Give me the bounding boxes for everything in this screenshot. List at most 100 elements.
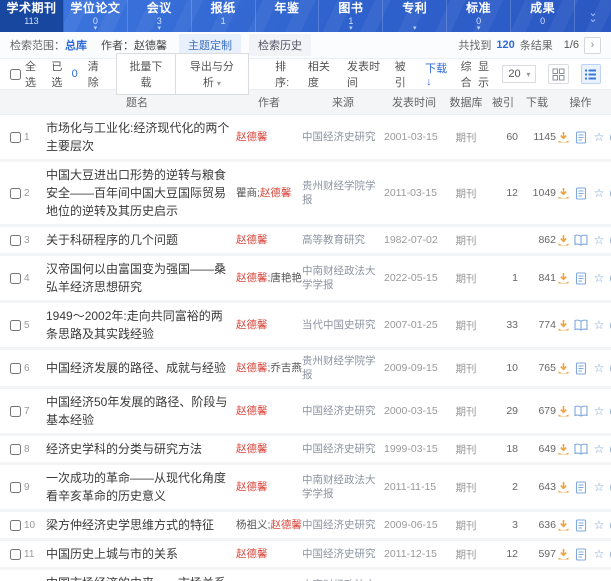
cited-count[interactable]: 2 bbox=[488, 481, 518, 493]
author-link[interactable]: 赵德馨 bbox=[236, 362, 268, 374]
row-checkbox[interactable] bbox=[10, 444, 21, 455]
favorite-icon[interactable] bbox=[592, 271, 606, 285]
author-link[interactable]: 赵德馨 bbox=[236, 131, 268, 143]
author-link[interactable]: 赵德馨 bbox=[270, 519, 302, 531]
row-checkbox[interactable] bbox=[10, 273, 21, 284]
result-title-link[interactable]: 中国经济50年发展的路径、阶段与基本经验 bbox=[46, 395, 227, 427]
grid-view-button[interactable] bbox=[548, 64, 568, 84]
favorite-icon[interactable] bbox=[592, 233, 606, 247]
sort-option[interactable]: 发表时间 bbox=[347, 58, 382, 90]
author-link[interactable]: 赵德馨 bbox=[260, 187, 292, 199]
download-icon[interactable] bbox=[556, 480, 570, 494]
source-link[interactable]: 中国经济史研究 bbox=[302, 130, 384, 144]
row-checkbox[interactable] bbox=[10, 520, 21, 531]
row-checkbox[interactable] bbox=[10, 188, 21, 199]
source-link[interactable]: 中国经济史研究 bbox=[302, 547, 384, 561]
sort-option[interactable]: 相关度 bbox=[308, 58, 334, 90]
result-title-link[interactable]: 市场化与工业化:经济现代化的两个主要层次 bbox=[46, 121, 229, 153]
list-view-button[interactable] bbox=[581, 64, 601, 84]
favorite-icon[interactable] bbox=[592, 318, 606, 332]
author-link[interactable]: 赵德馨 bbox=[236, 405, 268, 417]
html-read-icon[interactable] bbox=[574, 271, 588, 285]
author-link[interactable]: 杨祖义 bbox=[236, 519, 268, 531]
download-icon[interactable] bbox=[556, 518, 570, 532]
result-title-link[interactable]: 汉帝国何以由富国变为强国——桑弘羊经济思想研究 bbox=[46, 262, 226, 294]
download-icon[interactable] bbox=[556, 233, 570, 247]
favorite-icon[interactable] bbox=[592, 361, 606, 375]
reader-icon[interactable] bbox=[574, 233, 588, 247]
result-title-link[interactable]: 关于科研程序的几个问题 bbox=[46, 233, 178, 247]
download-icon[interactable] bbox=[556, 271, 570, 285]
source-link[interactable]: 中国经济史研究 bbox=[302, 518, 384, 532]
result-type-tab[interactable]: 成果 0 bbox=[511, 0, 575, 32]
download-icon[interactable] bbox=[556, 442, 570, 456]
row-checkbox[interactable] bbox=[10, 320, 21, 331]
favorite-icon[interactable] bbox=[592, 442, 606, 456]
row-checkbox[interactable] bbox=[10, 132, 21, 143]
author-link[interactable]: 赵德馨 bbox=[236, 443, 268, 455]
row-checkbox[interactable] bbox=[10, 235, 21, 246]
cited-count[interactable]: 3 bbox=[488, 519, 518, 531]
source-link[interactable]: 贵州财经学院学报 bbox=[302, 179, 384, 207]
favorite-icon[interactable] bbox=[592, 547, 606, 561]
source-link[interactable]: 中国经济史研究 bbox=[302, 404, 384, 418]
source-link[interactable]: 贵州财经学院学报 bbox=[302, 354, 384, 382]
result-type-tab[interactable]: 报纸 1 bbox=[192, 0, 256, 32]
sort-option[interactable]: 下载 bbox=[425, 60, 448, 88]
favorite-icon[interactable] bbox=[592, 186, 606, 200]
favorite-icon[interactable] bbox=[592, 130, 606, 144]
sort-option[interactable]: 被引 bbox=[395, 58, 412, 90]
result-type-tab[interactable]: 会议 3 bbox=[128, 0, 192, 32]
favorite-icon[interactable] bbox=[592, 518, 606, 532]
download-icon[interactable] bbox=[556, 318, 570, 332]
collapse-tabs-button[interactable] bbox=[575, 0, 611, 32]
result-title-link[interactable]: 中国大豆进出口形势的逆转与粮食安全——百年间中国大豆国际贸易地位的逆转及其历史启… bbox=[46, 168, 226, 218]
result-type-tab[interactable]: 专利 bbox=[383, 0, 447, 32]
download-icon[interactable] bbox=[556, 186, 570, 200]
row-checkbox[interactable] bbox=[10, 549, 21, 560]
html-read-icon[interactable] bbox=[574, 130, 588, 144]
download-icon[interactable] bbox=[556, 547, 570, 561]
result-type-tab[interactable]: 学术期刊 113 bbox=[0, 0, 64, 32]
result-type-tab[interactable]: 标准 0 bbox=[447, 0, 511, 32]
favorite-icon[interactable] bbox=[592, 404, 606, 418]
author-link[interactable]: 乔吉燕 bbox=[270, 362, 302, 374]
result-title-link[interactable]: 1949～2002年:走向共同富裕的两条思路及其实践经验 bbox=[46, 309, 223, 341]
cited-count[interactable]: 12 bbox=[488, 548, 518, 560]
download-icon[interactable] bbox=[556, 404, 570, 418]
result-title-link[interactable]: 中国市场经济的由来——市场关系发展的三个阶段 bbox=[46, 576, 226, 581]
result-title-link[interactable]: 中国历史上城与市的关系 bbox=[46, 547, 178, 561]
author-link[interactable]: 赵德馨 bbox=[236, 548, 268, 560]
scope-value-link[interactable]: 总库 bbox=[65, 37, 87, 53]
cited-count[interactable]: 12 bbox=[488, 187, 518, 199]
author-link[interactable]: 赵德馨 bbox=[236, 234, 268, 246]
html-read-icon[interactable] bbox=[574, 518, 588, 532]
source-link[interactable]: 中国经济史研究 bbox=[302, 442, 384, 456]
search-history-button[interactable]: 检索历史 bbox=[249, 34, 311, 56]
reader-icon[interactable] bbox=[574, 318, 588, 332]
row-checkbox[interactable] bbox=[10, 406, 21, 417]
reader-icon[interactable] bbox=[574, 404, 588, 418]
select-all-checkbox[interactable] bbox=[10, 69, 21, 80]
result-title-link[interactable]: 一次成功的革命——从现代化角度看辛亥革命的历史意义 bbox=[46, 471, 226, 503]
html-read-icon[interactable] bbox=[574, 186, 588, 200]
source-link[interactable]: 当代中国史研究 bbox=[302, 318, 384, 332]
result-type-tab[interactable]: 图书 1 bbox=[319, 0, 383, 32]
html-read-icon[interactable] bbox=[574, 547, 588, 561]
sort-option[interactable]: 综合 bbox=[461, 58, 478, 90]
cited-count[interactable]: 60 bbox=[488, 131, 518, 143]
author-link[interactable]: 赵德馨 bbox=[236, 319, 268, 331]
row-checkbox[interactable] bbox=[10, 482, 21, 493]
result-title-link[interactable]: 梁方仲经济史学思维方式的特征 bbox=[46, 518, 214, 532]
author-link[interactable]: 赵德馨 bbox=[236, 272, 268, 284]
result-type-tab[interactable]: 年鉴 bbox=[256, 0, 320, 32]
source-link[interactable]: 中南财经政法大学学报 bbox=[302, 264, 384, 292]
author-link[interactable]: 赵德馨 bbox=[236, 481, 268, 493]
html-read-icon[interactable] bbox=[574, 361, 588, 375]
cited-count[interactable]: 10 bbox=[488, 362, 518, 374]
favorite-icon[interactable] bbox=[592, 480, 606, 494]
select-all[interactable]: 全选 bbox=[10, 58, 41, 90]
cited-count[interactable]: 1 bbox=[488, 272, 518, 284]
author-link[interactable]: 唐艳艳 bbox=[270, 272, 302, 284]
row-checkbox[interactable] bbox=[10, 363, 21, 374]
